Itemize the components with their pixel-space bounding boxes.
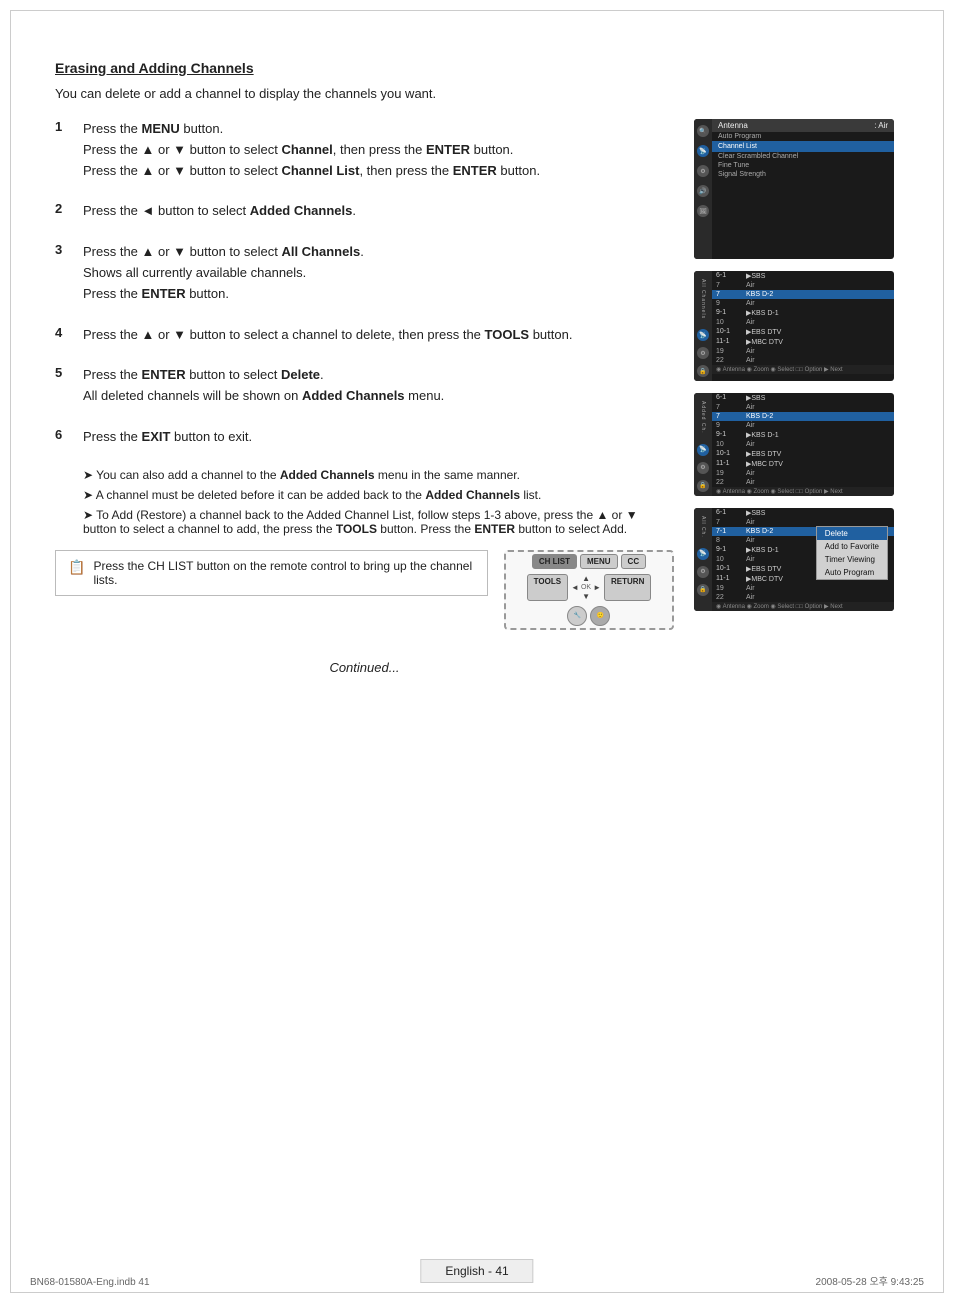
step-4-number: 4 <box>55 325 71 346</box>
step-4: 4 Press the ▲ or ▼ button to select a ch… <box>55 325 674 346</box>
screen1-menu-label: Antenna <box>718 121 748 130</box>
step-2-number: 2 <box>55 201 71 222</box>
step-5-content: Press the ENTER button to select Delete.… <box>83 365 444 407</box>
step-3-number: 3 <box>55 242 71 304</box>
popup-delete: Delete <box>817 527 887 540</box>
menu-button: MENU <box>580 554 618 569</box>
footer-left: BN68-01580A-Eng.indb 41 <box>30 1277 150 1288</box>
step-2-content: Press the ◄ button to select Added Chann… <box>83 201 356 222</box>
intro-text: You can delete or add a channel to displ… <box>55 86 899 101</box>
return-button: RETURN <box>604 574 651 601</box>
screen-1: 🔍 📡 ⚙ 🔊 🖼 Antenna : Air Auto Program <box>694 119 899 259</box>
step-1: 1 Press the MENU button. Press the ▲ or … <box>55 119 674 181</box>
continued-text: Continued... <box>55 660 674 675</box>
popup-timer-viewing: Timer Viewing <box>817 553 887 566</box>
cc-button: CC <box>621 554 647 569</box>
remote-graphic: CH LIST MENU CC TOOLS ▲ ◄ OK ► <box>504 550 674 630</box>
delete-popup: Delete Add to Favorite Timer Viewing Aut… <box>816 526 888 580</box>
screen-4: All Ch. 📡 ⚙ 🔒 6-1▶SBS 7Air 7-1KBS D-2 8A… <box>694 508 899 611</box>
tip-2: A channel must be deleted before it can … <box>83 488 674 502</box>
step-6-content: Press the EXIT button to exit. <box>83 427 252 448</box>
popup-auto-program: Auto Program <box>817 566 887 579</box>
popup-add-favorite: Add to Favorite <box>817 540 887 553</box>
step-2: 2 Press the ◄ button to select Added Cha… <box>55 201 674 222</box>
tip-3: To Add (Restore) a channel back to the A… <box>83 508 674 536</box>
page-title: Erasing and Adding Channels <box>55 60 254 76</box>
step-5-number: 5 <box>55 365 71 407</box>
screen-3: Added Ch. 📡 ⚙ 🔒 6-1▶SBS 7Air 7KBS D-2 9A… <box>694 393 899 496</box>
step-1-content: Press the MENU button. Press the ▲ or ▼ … <box>83 119 540 181</box>
step-6-number: 6 <box>55 427 71 448</box>
screen1-channel-list: Channel List <box>712 141 894 152</box>
right-screens: 🔍 📡 ⚙ 🔊 🖼 Antenna : Air Auto Program <box>694 119 899 675</box>
step-3-content: Press the ▲ or ▼ button to select All Ch… <box>83 242 364 304</box>
step-6: 6 Press the EXIT button to exit. <box>55 427 674 448</box>
chlst-button: CH LIST <box>532 554 577 569</box>
smile-oval: 🙂 <box>590 606 610 626</box>
step-1-number: 1 <box>55 119 71 181</box>
tools-oval: 🔧 <box>567 606 587 626</box>
tools-button: TOOLS <box>527 574 568 601</box>
step-5: 5 Press the ENTER button to select Delet… <box>55 365 674 407</box>
screen-2: All Channels 📡 ⚙ 🔒 6-1▶SBS 7Air 7KBS D-2… <box>694 271 899 381</box>
note-icon: 📋 <box>68 559 85 587</box>
footer-date: 2008-05-28 오후 9:43:25 <box>816 1273 924 1288</box>
step-3: 3 Press the ▲ or ▼ button to select All … <box>55 242 674 304</box>
note-box: 📋 Press the CH LIST button on the remote… <box>55 550 488 596</box>
note-text: Press the CH LIST button on the remote c… <box>93 559 475 587</box>
screen1-antenna-val: : Air <box>874 121 888 130</box>
step-4-content: Press the ▲ or ▼ button to select a chan… <box>83 325 572 346</box>
tip-1: You can also add a channel to the Added … <box>83 468 674 482</box>
page-number: English - 41 <box>420 1259 533 1283</box>
